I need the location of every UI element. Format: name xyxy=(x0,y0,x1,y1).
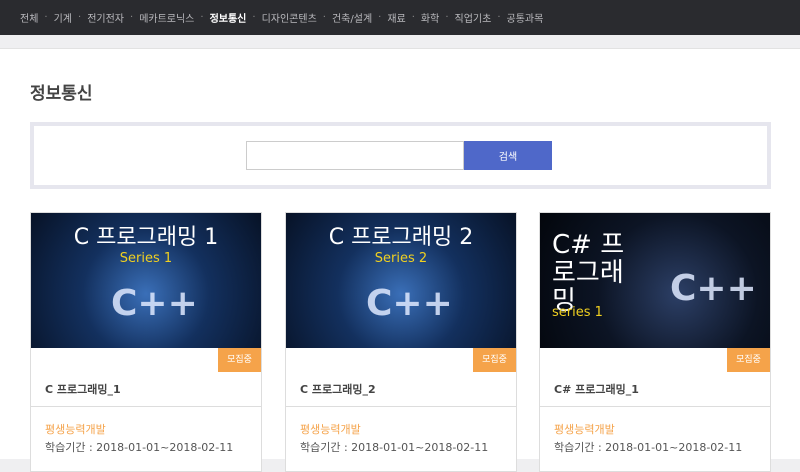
course-thumbnail[interactable]: C 프로그래밍 1 Series 1 C++ xyxy=(31,213,261,348)
course-card[interactable]: C# 프로그래밍 series 1 C++ 모집중 C# 프로그래밍_1 평생능… xyxy=(539,212,771,472)
course-title[interactable]: C 프로그래밍_1 xyxy=(45,381,121,397)
category-nav: 전체 · 기계 · 전기전자 · 메카트로닉스 · 정보통신 · 디자인콘텐츠 · 건축/설… xyxy=(0,0,800,35)
thumbnail-title: C# 프로그래밍 xyxy=(552,230,625,316)
course-period: 학습기간 : 2018-01-01~2018-02-11 xyxy=(554,441,743,454)
nav-item-electric[interactable]: 전기전자 xyxy=(87,10,124,25)
content-panel: 정보통신 검색 C 프로그래밍 1 Series 1 C++ 모집중 C 프로그… xyxy=(0,48,800,472)
nav-item-chemistry[interactable]: 화학 xyxy=(421,10,439,25)
divider xyxy=(286,406,516,407)
course-card[interactable]: C 프로그래밍 2 Series 2 C++ 모집중 C 프로그래밍_2 평생능… xyxy=(285,212,517,472)
nav-separator: · xyxy=(252,12,256,23)
nav-separator: · xyxy=(445,12,449,23)
search-input[interactable] xyxy=(246,141,464,170)
course-title[interactable]: C# 프로그래밍_1 xyxy=(554,381,639,397)
divider xyxy=(540,406,770,407)
nav-separator: · xyxy=(411,12,415,23)
nav-separator: · xyxy=(78,12,82,23)
course-period: 학습기간 : 2018-01-01~2018-02-11 xyxy=(300,441,489,454)
course-category: 평생능력개발 xyxy=(554,423,615,436)
cpp-graphic: C++ xyxy=(111,283,198,324)
nav-separator: · xyxy=(44,12,48,23)
thumbnail-series: Series 2 xyxy=(374,251,428,266)
page-title: 정보통신 xyxy=(30,84,93,104)
course-thumbnail[interactable]: C# 프로그래밍 series 1 C++ xyxy=(540,213,770,348)
status-badge: 모집중 xyxy=(218,348,261,372)
nav-item-mechatronics[interactable]: 메카트로닉스 xyxy=(139,10,194,25)
nav-item-materials[interactable]: 재료 xyxy=(387,10,405,25)
course-thumbnail[interactable]: C 프로그래밍 2 Series 2 C++ xyxy=(286,213,516,348)
status-badge: 모집중 xyxy=(473,348,516,372)
search-button[interactable]: 검색 xyxy=(464,141,552,170)
nav-item-ict[interactable]: 정보통신 xyxy=(210,10,247,25)
nav-item-all[interactable]: 전체 xyxy=(20,10,38,25)
status-badge: 모집중 xyxy=(727,348,770,372)
divider xyxy=(31,406,261,407)
course-period: 학습기간 : 2018-01-01~2018-02-11 xyxy=(45,441,234,454)
nav-separator: · xyxy=(322,12,326,23)
nav-item-basics[interactable]: 직업기초 xyxy=(455,10,492,25)
course-category: 평생능력개발 xyxy=(300,423,361,436)
nav-item-architecture[interactable]: 건축/설계 xyxy=(332,10,372,25)
thumbnail-series: Series 1 xyxy=(119,251,173,266)
nav-separator: · xyxy=(200,12,204,23)
nav-separator: · xyxy=(497,12,501,23)
course-title[interactable]: C 프로그래밍_2 xyxy=(300,381,376,397)
nav-item-machine[interactable]: 기계 xyxy=(54,10,72,25)
nav-separator: · xyxy=(130,12,134,23)
nav-item-common[interactable]: 공통과목 xyxy=(507,10,544,25)
cpp-graphic: C++ xyxy=(670,268,757,309)
cpp-graphic: C++ xyxy=(366,283,453,324)
thumbnail-title: C 프로그래밍 1 xyxy=(73,225,219,250)
nav-separator: · xyxy=(378,12,382,23)
course-category: 평생능력개발 xyxy=(45,423,106,436)
thumbnail-title: C 프로그래밍 2 xyxy=(328,225,474,250)
nav-item-design[interactable]: 디자인콘텐츠 xyxy=(262,10,317,25)
course-card[interactable]: C 프로그래밍 1 Series 1 C++ 모집중 C 프로그래밍_1 평생능… xyxy=(30,212,262,472)
search-box: 검색 xyxy=(30,122,771,189)
